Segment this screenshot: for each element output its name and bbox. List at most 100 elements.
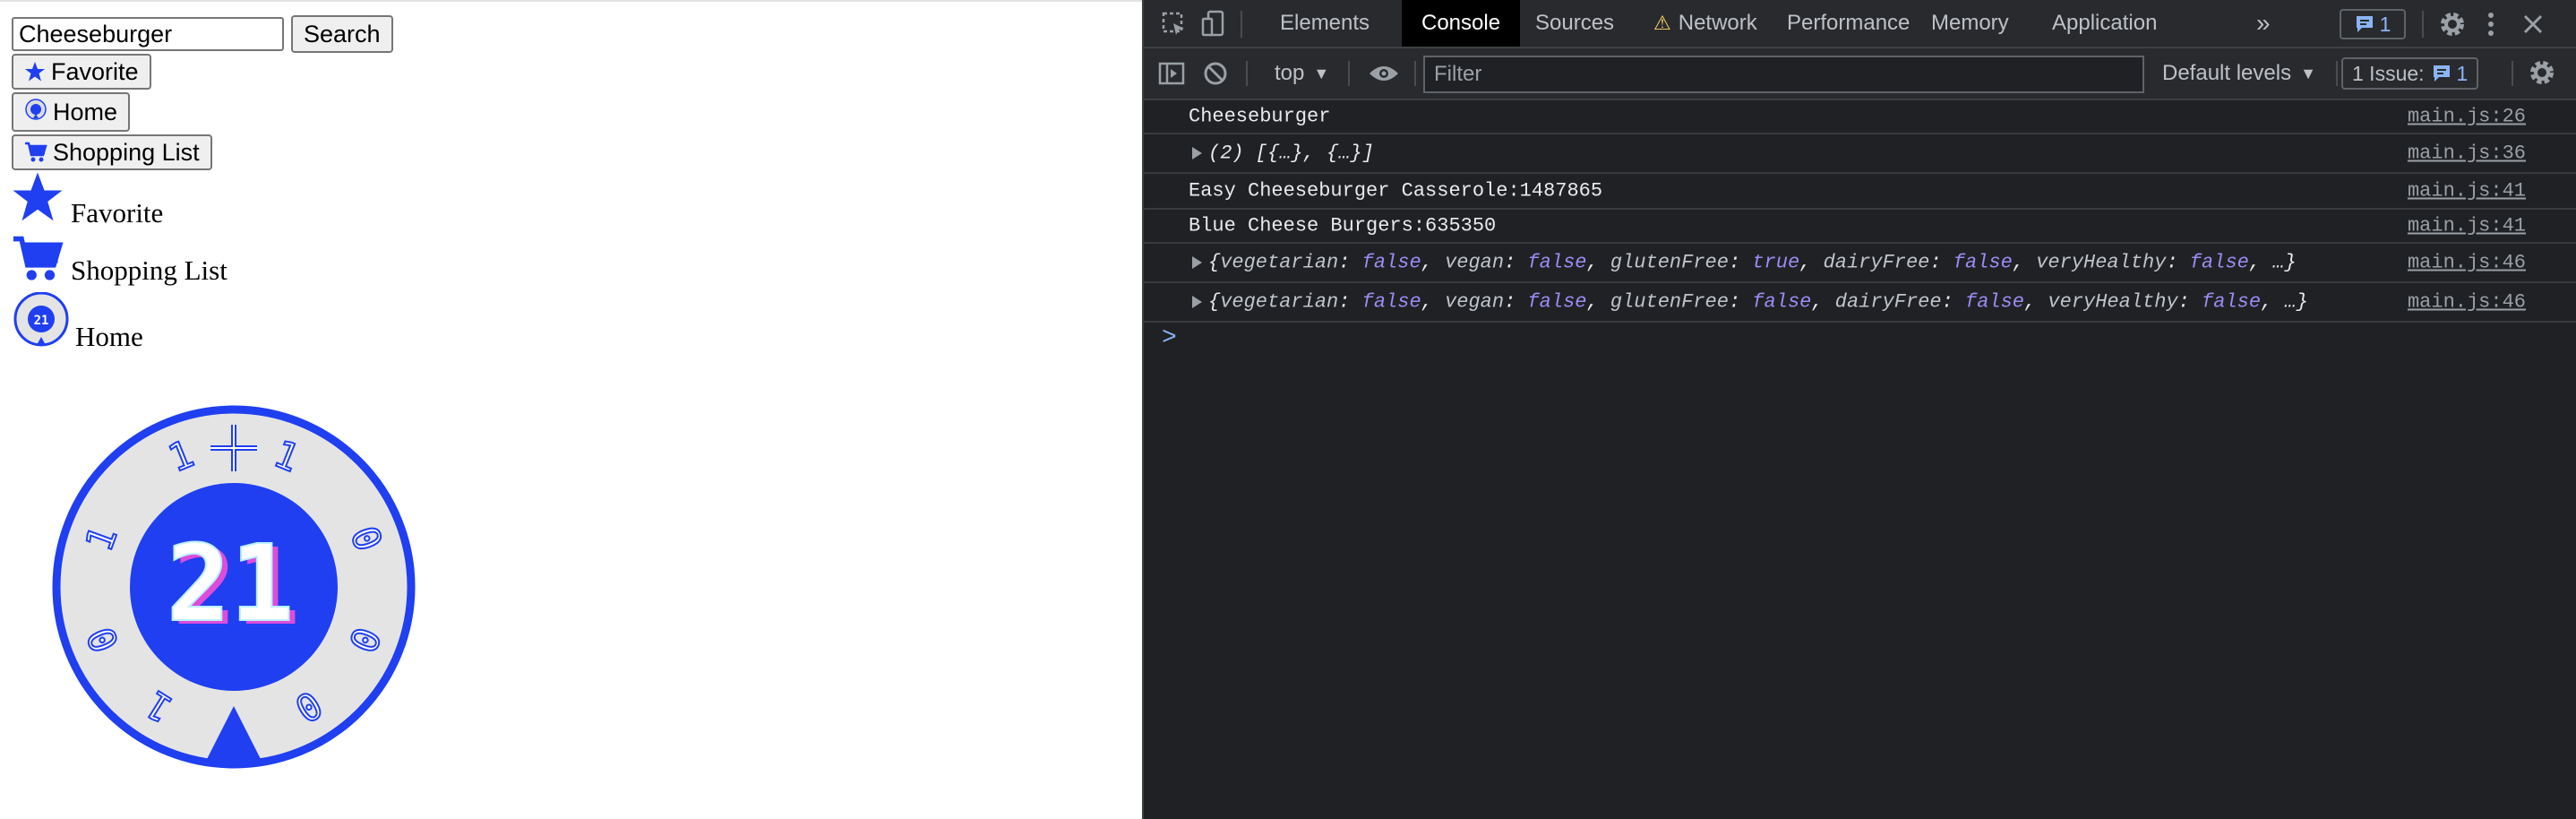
object-value: false xyxy=(1953,251,2013,274)
tab-memory[interactable]: Memory xyxy=(1911,0,2029,47)
object-key: vegetarian xyxy=(1220,290,1339,314)
search-button[interactable]: Search xyxy=(291,15,393,53)
more-tabs-button[interactable]: » xyxy=(2237,0,2290,47)
object-key: vegan xyxy=(1445,251,1505,274)
log-levels-dropdown[interactable]: Default levels ▼ xyxy=(2162,59,2316,88)
console-source-link[interactable]: main.js:41 xyxy=(2408,215,2526,237)
live-expression-eye-icon[interactable] xyxy=(1366,61,1402,86)
object-value: false xyxy=(1361,251,1421,274)
toolbar-separator xyxy=(2512,61,2513,86)
console-source-link[interactable]: main.js:46 xyxy=(2408,252,2526,274)
tab-application[interactable]: Application xyxy=(2032,0,2177,47)
home-clock-icon: 21 xyxy=(13,291,70,360)
console-settings-gear-icon[interactable] xyxy=(2527,57,2557,88)
object-value: false xyxy=(1965,290,2025,314)
object-value: false xyxy=(1361,290,1421,314)
object-value: true xyxy=(1752,251,1800,274)
svg-text:21: 21 xyxy=(34,314,49,328)
tab-label: Network xyxy=(1678,11,1757,35)
home-link-label: Home xyxy=(75,321,143,352)
console-object-preview[interactable]: {vegetarian: false, vegan: false, gluten… xyxy=(1208,291,2308,314)
tab-label: Performance xyxy=(1787,11,1911,35)
favorite-link[interactable]: Favorite xyxy=(10,170,163,231)
star-icon xyxy=(24,61,46,82)
tab-label: Memory xyxy=(1931,11,2009,35)
tabbar-separator xyxy=(2422,11,2424,38)
more-options-icon[interactable] xyxy=(2482,9,2500,39)
warning-icon: ⚠ xyxy=(1653,12,1671,34)
favorite-button[interactable]: Favorite xyxy=(12,54,151,90)
shopping-list-link-label: Shopping List xyxy=(71,254,228,286)
tab-network[interactable]: ⚠ Network xyxy=(1634,0,1777,47)
log-levels-label: Default levels xyxy=(2162,61,2292,85)
tab-elements[interactable]: Elements xyxy=(1260,0,1389,47)
shopping-list-button[interactable]: Shopping List xyxy=(12,134,212,170)
toolbar-separator xyxy=(2336,61,2338,86)
console-object-preview[interactable]: {vegetarian: false, vegan: false, gluten… xyxy=(1208,252,2297,274)
object-key: vegetarian xyxy=(1220,251,1339,274)
tab-sources[interactable]: Sources xyxy=(1516,0,1634,47)
home-button-label: Home xyxy=(53,98,118,125)
object-value: false xyxy=(2189,251,2249,274)
cart-icon xyxy=(10,235,65,290)
console-message-text: Cheeseburger xyxy=(1189,105,1331,128)
object-key: veryHealthy xyxy=(2048,290,2178,314)
tab-label: Elements xyxy=(1280,11,1370,35)
toolbar-separator xyxy=(1246,61,1248,86)
sidebar-toggle-icon[interactable] xyxy=(1156,59,1187,88)
devtools-panel: Elements Console Sources ⚠ Network Performanc… xyxy=(1142,0,2576,819)
issues-label: 1 Issue: xyxy=(2352,61,2425,85)
chevron-down-icon: ▼ xyxy=(2300,64,2316,82)
console-message-text[interactable]: (2) [{…}, {…}] xyxy=(1208,142,1374,165)
dial-clock: 11000101 21 21 xyxy=(52,405,416,769)
console-source-link[interactable]: main.js:36 xyxy=(2408,142,2526,165)
console-source-link[interactable]: main.js:46 xyxy=(2408,291,2526,314)
chevron-down-icon: ▼ xyxy=(1313,64,1330,82)
favorite-button-label: Favorite xyxy=(51,57,139,85)
object-value: false xyxy=(1527,251,1587,274)
page-top-divider xyxy=(0,0,1142,2)
search-input[interactable] xyxy=(12,17,284,51)
console-message: Easy Cheeseburger Casserole:1487865 main.… xyxy=(1144,174,2576,210)
object-value: false xyxy=(1527,290,1587,314)
expand-triangle-icon[interactable] xyxy=(1192,256,1202,269)
console-filter-input[interactable] xyxy=(1423,56,2144,93)
console-message: {vegetarian: false, vegan: false, gluten… xyxy=(1144,283,2576,323)
shopping-list-link[interactable]: Shopping List xyxy=(10,235,228,290)
tab-console[interactable]: Console xyxy=(1402,0,1521,47)
messages-badge[interactable]: 1 xyxy=(2340,9,2406,39)
message-icon xyxy=(2356,16,2373,32)
clear-console-icon[interactable] xyxy=(1201,59,1230,88)
console-prompt[interactable]: > xyxy=(1162,324,1177,352)
tab-label: Application xyxy=(2052,11,2158,35)
tab-label: Console xyxy=(1421,11,1501,35)
toolbar-separator xyxy=(1348,61,1350,86)
inspect-element-icon[interactable] xyxy=(1160,11,1189,38)
issues-button[interactable]: 1 Issue: 1 xyxy=(2341,57,2479,90)
messages-count: 1 xyxy=(2379,12,2391,36)
console-source-link[interactable]: main.js:41 xyxy=(2408,180,2526,203)
console-message: {vegetarian: false, vegan: false, gluten… xyxy=(1144,244,2576,283)
console-message-text: Easy Cheeseburger Casserole:1487865 xyxy=(1189,179,1603,203)
object-key: dairyFree xyxy=(1834,290,1942,314)
device-toolbar-icon[interactable] xyxy=(1199,9,1228,39)
settings-gear-icon[interactable] xyxy=(2437,9,2468,39)
close-icon[interactable] xyxy=(2518,9,2548,39)
console-message: Blue Cheese Burgers:635350 main.js:41 xyxy=(1144,210,2576,244)
search-button-label: Search xyxy=(304,20,381,47)
home-button[interactable]: Home xyxy=(12,92,131,132)
tabbar-separator xyxy=(1241,11,1242,38)
object-key: veryHealthy xyxy=(2036,251,2167,274)
devtools-tabbar: Elements Console Sources ⚠ Network Performanc… xyxy=(1144,0,2576,48)
expand-triangle-icon[interactable] xyxy=(1192,147,1202,159)
toolbar-separator xyxy=(1414,61,1416,86)
cart-icon xyxy=(24,142,47,163)
console-message-text: Blue Cheese Burgers:635350 xyxy=(1189,214,1497,237)
tab-performance[interactable]: Performance xyxy=(1767,0,1929,47)
message-icon xyxy=(2433,65,2450,82)
object-key: vegan xyxy=(1445,290,1505,314)
console-source-link[interactable]: main.js:26 xyxy=(2408,106,2526,128)
expand-triangle-icon[interactable] xyxy=(1192,296,1202,308)
home-link[interactable]: 21 Home xyxy=(13,291,143,360)
context-selector[interactable]: top ▼ xyxy=(1275,59,1329,88)
